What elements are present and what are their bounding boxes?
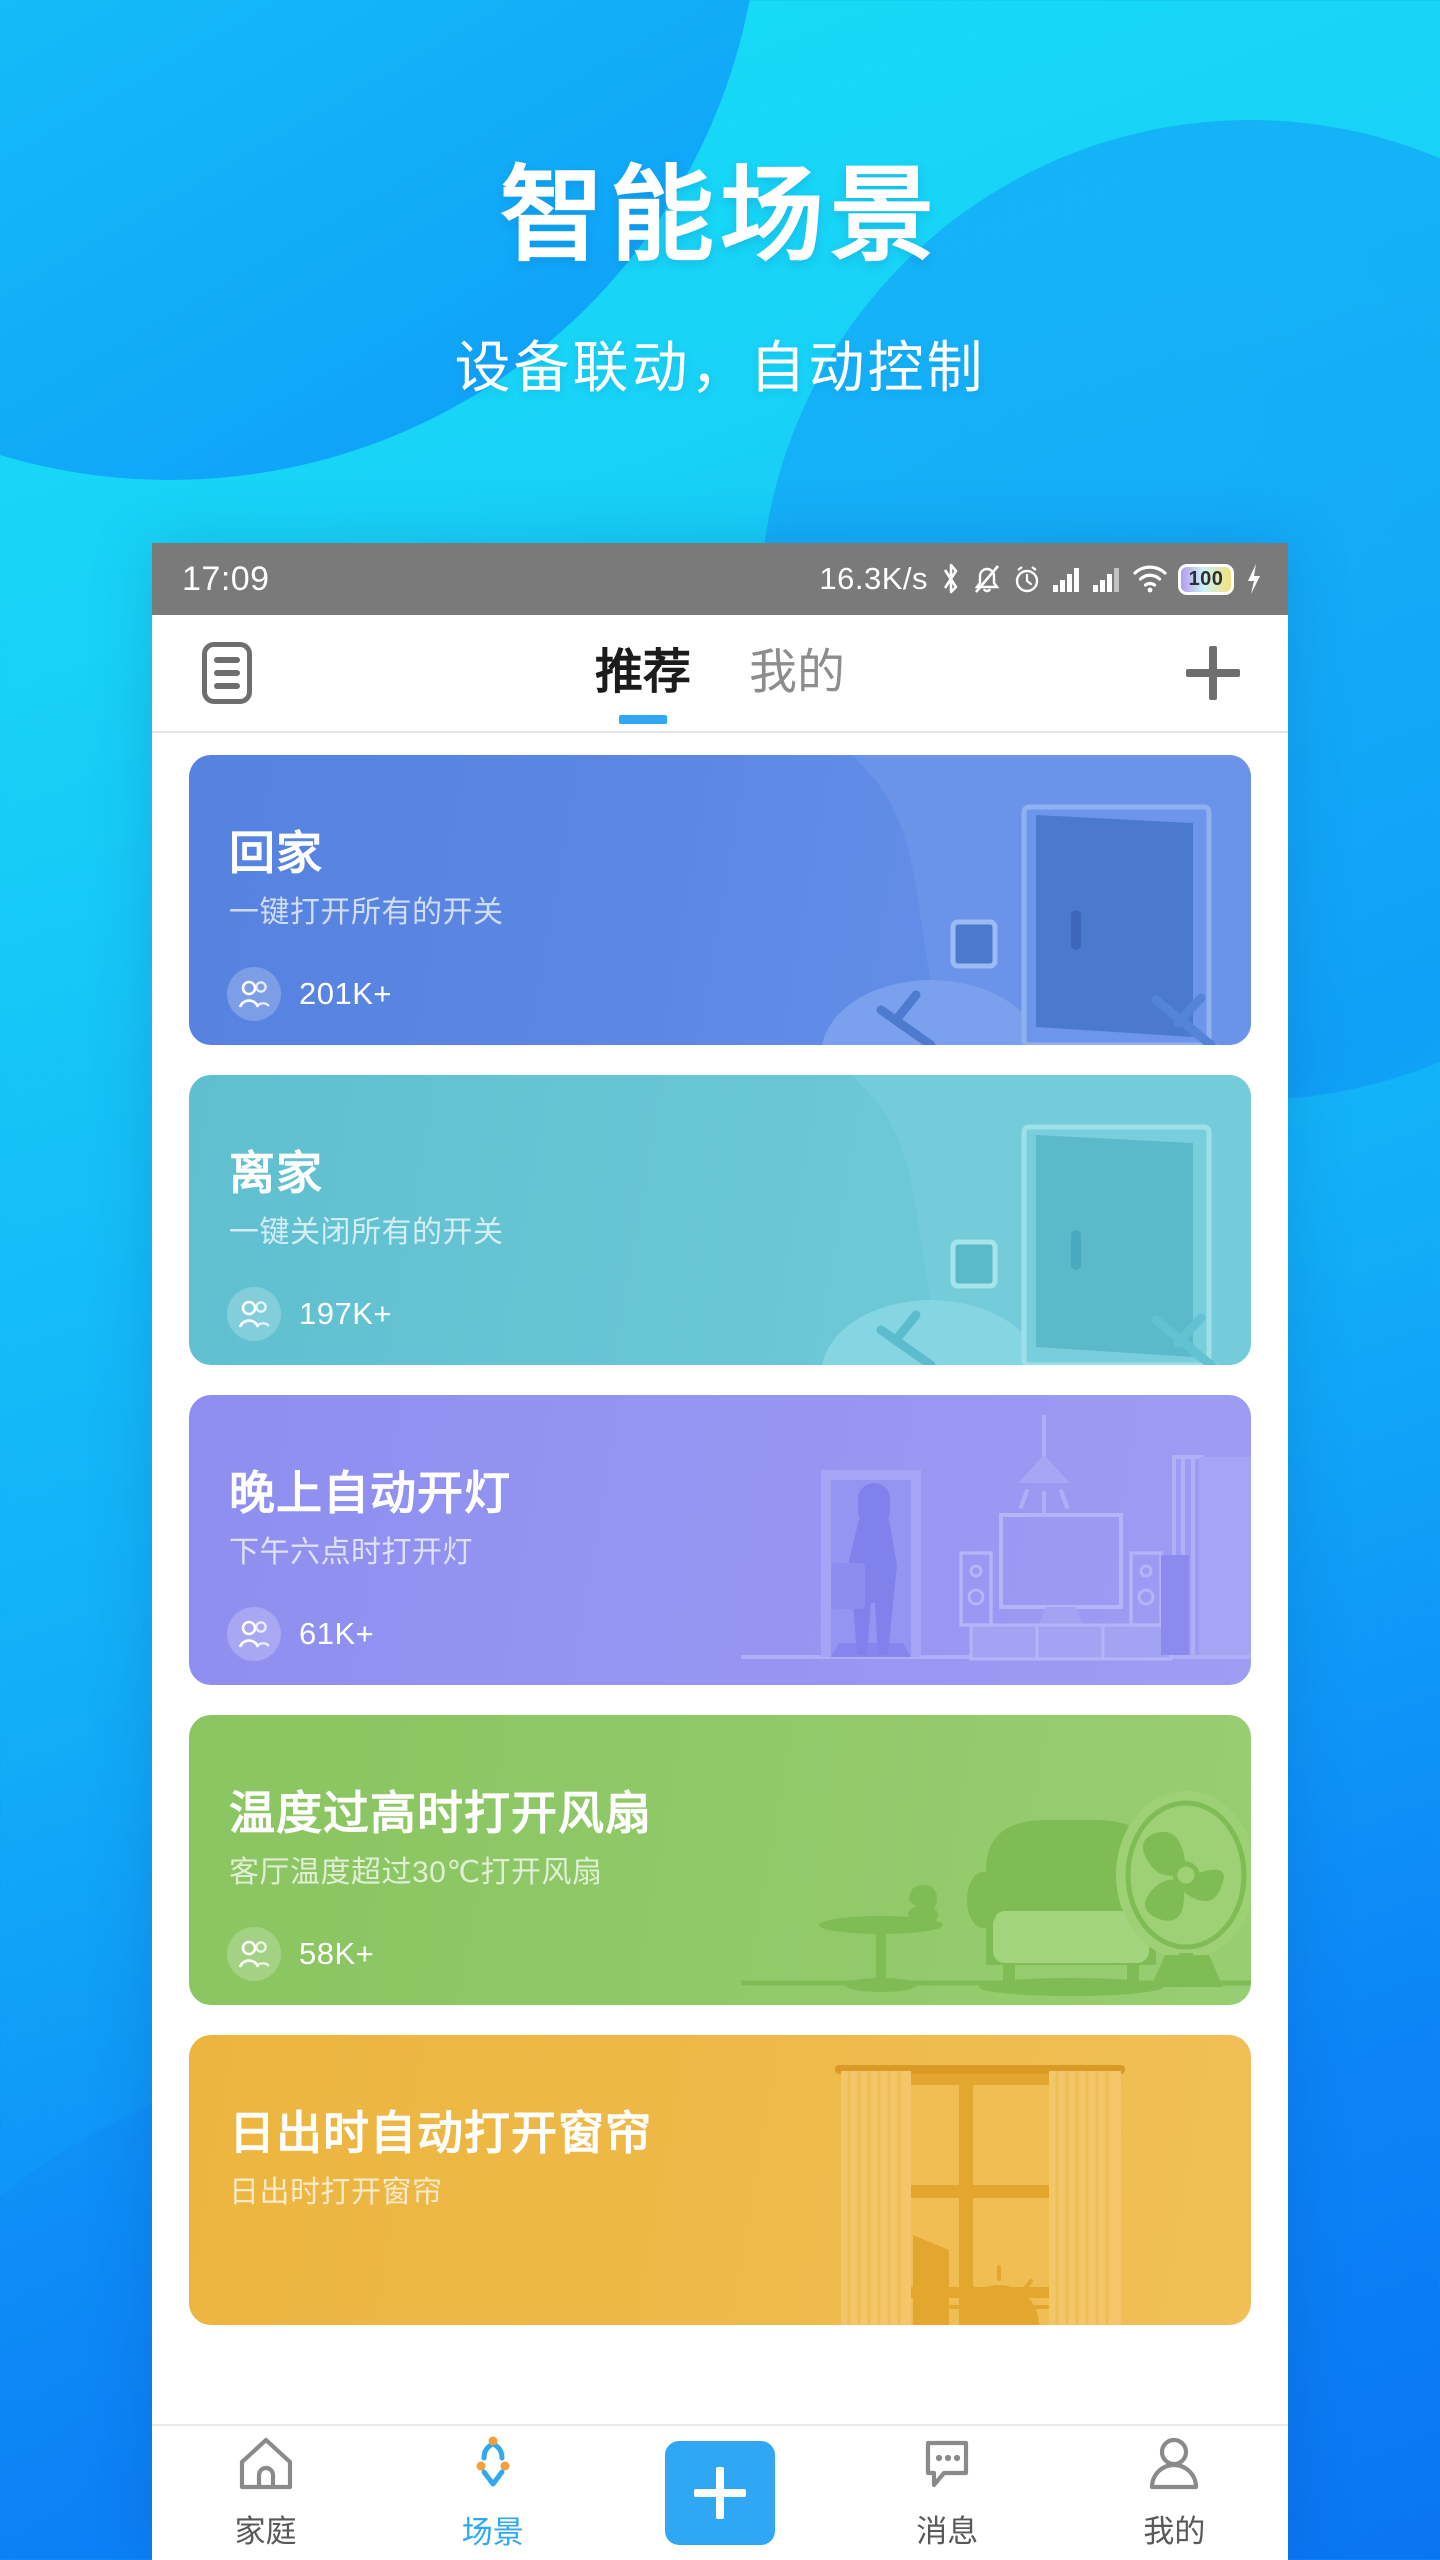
bottom-nav-scene-label: 场景 (461, 2515, 524, 2550)
door-icon (731, 1075, 1251, 1365)
network-speed-label: 16.3K/s (819, 561, 928, 596)
bottom-nav-scene[interactable]: 场景 (379, 2434, 606, 2552)
scene-count-label: 61K+ (299, 1616, 375, 1651)
signal-icon (1092, 565, 1122, 593)
tab-recommended[interactable]: 推荐 (595, 632, 691, 714)
users-icon (227, 1607, 281, 1661)
bottom-nav-add[interactable] (606, 2441, 833, 2545)
scene-description: 一键关闭所有的开关 (229, 1216, 504, 1249)
scene-card[interactable]: 回家 一键打开所有的开关 201K+ (189, 755, 1251, 1045)
scene-description: 一键打开所有的开关 (229, 896, 504, 929)
hero-section: 智能场景 设备联动，自动控制 (0, 0, 1440, 404)
tab-bar: 推荐 我的 (152, 632, 1288, 714)
scene-description: 客厅温度超过30℃打开风扇 (229, 1856, 603, 1889)
bottom-nav-message[interactable]: 消息 (834, 2435, 1061, 2551)
scene-card[interactable]: 离家 一键关闭所有的开关 197K+ (189, 1075, 1251, 1365)
alarm-icon (1012, 562, 1042, 596)
bottom-nav-profile[interactable]: 我的 (1061, 2435, 1288, 2551)
scene-card[interactable]: 温度过高时打开风扇 客厅温度超过30℃打开风扇 58K+ (189, 1715, 1251, 2005)
users-icon (227, 1287, 281, 1341)
plus-fab-icon[interactable] (665, 2441, 775, 2545)
scene-count-label: 201K+ (299, 976, 393, 1011)
scene-usage-count: 197K+ (227, 1287, 392, 1341)
top-navigation-bar: 推荐 我的 (152, 615, 1288, 733)
page-subtitle: 设备联动，自动控制 (454, 336, 986, 399)
users-icon (227, 1927, 281, 1981)
bottom-nav-profile-label: 我的 (1143, 2514, 1206, 2549)
status-bar: 17:09 16.3K/s 100 (152, 543, 1288, 615)
scene-count-label: 197K+ (299, 1296, 393, 1331)
fan-icon (731, 1715, 1251, 2005)
bottom-nav-message-label: 消息 (916, 2514, 979, 2549)
scene-description: 日出时打开窗帘 (229, 2176, 443, 2209)
mute-icon (972, 562, 1002, 596)
scene-title: 晚上自动开灯 (229, 1467, 511, 1519)
battery-level-label: 100 (1188, 568, 1224, 590)
bottom-nav-home[interactable]: 家庭 (152, 2435, 379, 2551)
scene-title: 离家 (229, 1147, 323, 1199)
status-bar-time: 17:09 (182, 559, 270, 598)
scene-description: 下午六点时打开灯 (229, 1536, 473, 1569)
scene-icon (464, 2434, 522, 2497)
message-icon (918, 2435, 976, 2496)
scene-usage-count: 201K+ (227, 967, 392, 1021)
scene-title: 回家 (229, 827, 323, 879)
livingroom-icon (731, 1395, 1251, 1685)
signal-icon (1052, 565, 1082, 593)
battery-icon: 100 (1178, 563, 1234, 595)
plus-icon (1186, 646, 1240, 700)
door-icon (731, 755, 1251, 1045)
curtain-icon (731, 2035, 1251, 2325)
home-icon (237, 2435, 295, 2496)
scene-card[interactable]: 日出时自动打开窗帘 日出时打开窗帘 (189, 2035, 1251, 2325)
bottom-navigation-bar: 家庭 场景 消息 我的 (152, 2424, 1288, 2560)
scene-usage-count: 58K+ (227, 1927, 374, 1981)
profile-icon (1145, 2435, 1203, 2496)
wifi-icon (1132, 564, 1168, 594)
scene-card[interactable]: 晚上自动开灯 下午六点时打开灯 61K+ (189, 1395, 1251, 1685)
bottom-nav-home-label: 家庭 (234, 2514, 297, 2549)
phone-screenshot-frame: 17:09 16.3K/s 100 推荐 我的 回家 一键打开所有的开关 201… (152, 543, 1288, 2560)
scene-count-label: 58K+ (299, 1936, 375, 1971)
bluetooth-icon (940, 562, 962, 596)
scene-usage-count: 61K+ (227, 1607, 374, 1661)
tab-mine[interactable]: 我的 (749, 632, 845, 714)
scene-card-list[interactable]: 回家 一键打开所有的开关 201K+ 离家 一键关闭所有的开关 197K+ 晚上… (152, 733, 1288, 2424)
charging-icon (1244, 562, 1264, 596)
users-icon (227, 967, 281, 1021)
scene-title: 日出时自动打开窗帘 (229, 2107, 652, 2159)
page-title: 智能场景 (499, 158, 940, 274)
scene-title: 温度过高时打开风扇 (229, 1787, 652, 1839)
